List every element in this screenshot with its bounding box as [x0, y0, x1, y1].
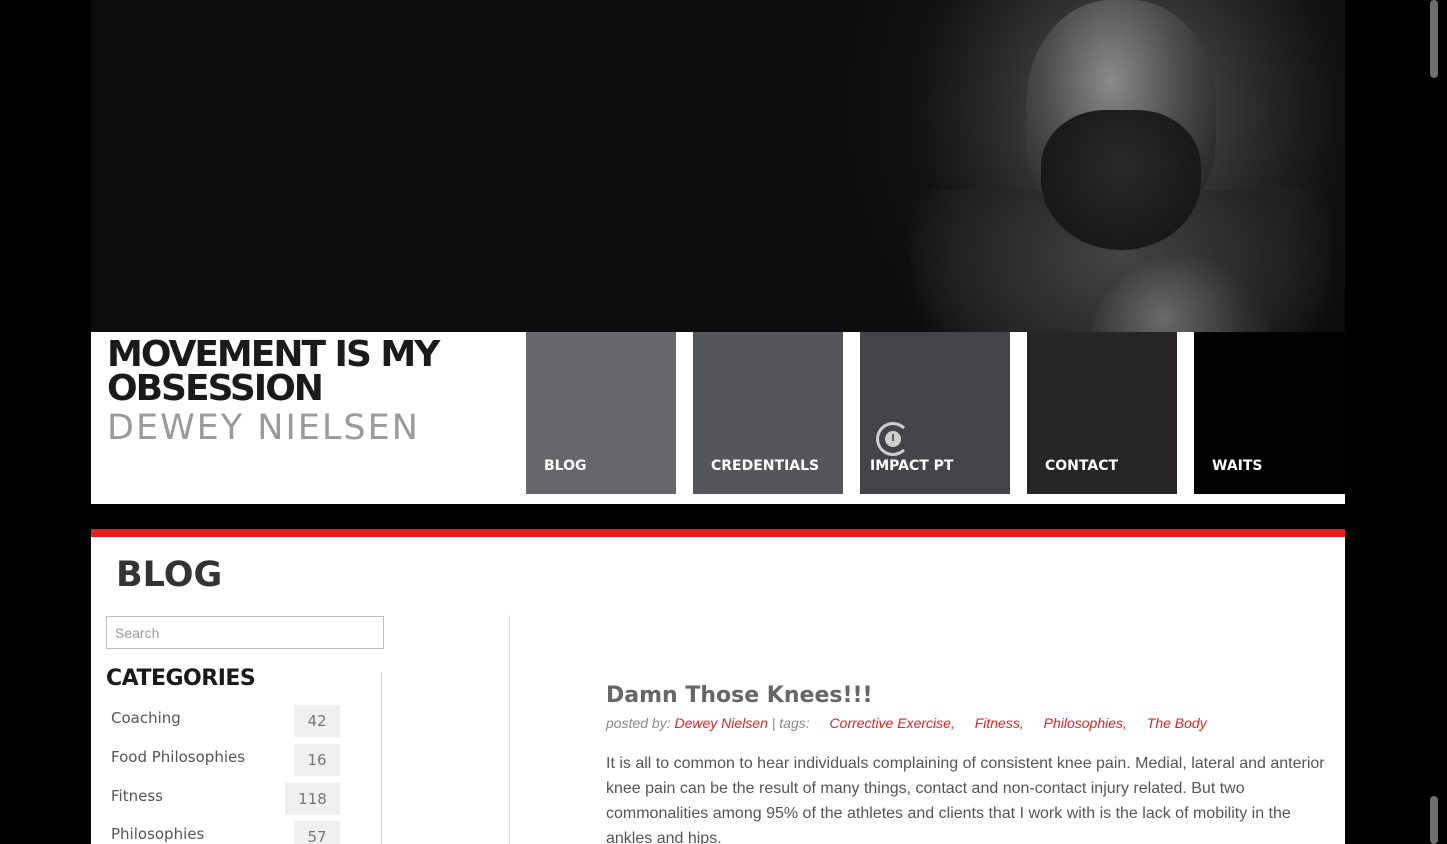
category-item-food-philosophies[interactable]: Food Philosophies 16 [111, 744, 341, 780]
nav-tile-credentials[interactable]: CREDENTIALS [693, 332, 843, 494]
category-item-philosophies[interactable]: Philosophies 57 [111, 821, 341, 844]
tag-link-philosophies[interactable]: Philosophies, [1044, 715, 1127, 731]
nav-tile-waits[interactable]: WAITS [1194, 332, 1345, 494]
nav-label-credentials: CREDENTIALS [711, 458, 820, 474]
nav-label-contact: CONTACT [1045, 458, 1119, 474]
scrollbar-thumb-secondary[interactable] [1430, 796, 1438, 844]
category-count-badge: 16 [294, 744, 340, 776]
nav-tile-impact-pt[interactable]: I IMPACT PT [860, 332, 1010, 494]
hero-photo [91, 0, 1345, 332]
category-label[interactable]: Food Philosophies [111, 748, 245, 766]
nav-tile-blog[interactable]: BLOG [526, 332, 676, 494]
post-author-link[interactable]: Dewey Nielsen [675, 715, 768, 731]
accent-bar [91, 529, 1345, 537]
category-item-fitness[interactable]: Fitness 118 [111, 783, 341, 819]
nav-label-impact-pt: IMPACT PT [870, 458, 954, 474]
category-label[interactable]: Fitness [111, 787, 163, 805]
site-header: MOVEMENT IS MY OBSESSION DEWEY NIELSEN B… [91, 332, 1345, 504]
scrollbar-track[interactable] [1425, 0, 1447, 844]
nav-label-waits: WAITS [1212, 458, 1263, 474]
tag-link-fitness[interactable]: Fitness, [975, 715, 1024, 731]
post-title[interactable]: Damn Those Knees!!! [606, 683, 873, 708]
site-title[interactable]: MOVEMENT IS MY OBSESSION [107, 337, 507, 407]
search-input[interactable] [106, 616, 384, 649]
category-label[interactable]: Coaching [111, 709, 181, 727]
site-subtitle[interactable]: DEWEY NIELSEN [107, 408, 420, 448]
impact-pt-logo-icon: I [876, 422, 910, 456]
tag-link-corrective-exercise[interactable]: Corrective Exercise, [830, 715, 955, 731]
nav-tile-contact[interactable]: CONTACT [1027, 332, 1177, 494]
post-excerpt: It is all to common to hear individuals … [606, 755, 1325, 844]
scrollbar-thumb[interactable] [1430, 0, 1438, 78]
category-count-badge: 42 [294, 705, 340, 737]
category-count-badge: 57 [294, 821, 340, 844]
posted-by-label: posted by: [606, 715, 671, 731]
category-count-badge: 118 [285, 783, 340, 815]
sidebar-divider [381, 672, 382, 844]
category-item-coaching[interactable]: Coaching 42 [111, 705, 341, 741]
post-meta: posted by: Dewey Nielsen | tags: Correct… [606, 715, 1207, 731]
page-title: BLOG [116, 555, 223, 595]
main-content: BLOG CATEGORIES Coaching 42 Food Philoso… [91, 537, 1345, 844]
hero-photo-beard [1041, 110, 1201, 250]
categories-heading: CATEGORIES [106, 666, 256, 691]
category-label[interactable]: Philosophies [111, 825, 204, 843]
tags-label: | tags: [771, 715, 810, 731]
tag-link-the-body[interactable]: The Body [1147, 715, 1207, 731]
nav-label-blog: BLOG [544, 458, 587, 474]
content-divider [509, 615, 510, 844]
